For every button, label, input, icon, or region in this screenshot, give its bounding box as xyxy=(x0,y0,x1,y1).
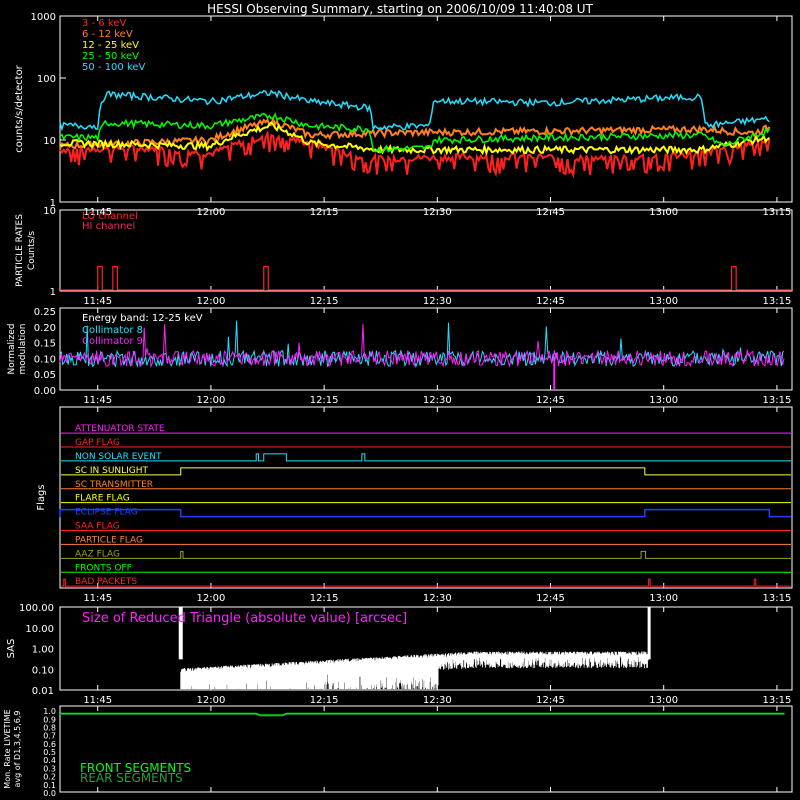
series-line xyxy=(59,323,785,369)
x-tick-label: 12:30 xyxy=(423,593,452,604)
x-tick-label: 11:45 xyxy=(83,695,112,706)
x-tick-label: 12:00 xyxy=(197,593,226,604)
y-tick-label: 0.01 xyxy=(32,686,54,697)
x-tick-label: 13:00 xyxy=(649,593,678,604)
y-tick-label: 100.00 xyxy=(19,603,54,614)
x-tick-label: 12:15 xyxy=(310,296,339,307)
flag-line xyxy=(59,508,791,518)
y-axis-label: Mon. Rate LIVETIME xyxy=(3,709,12,788)
x-tick-label: 12:45 xyxy=(536,296,565,307)
x-tick-label: 12:15 xyxy=(310,395,339,406)
x-tick-label: 12:30 xyxy=(423,695,452,706)
x-tick-label: 12:00 xyxy=(197,695,226,706)
x-tick-label: 12:30 xyxy=(423,395,452,406)
legend-entry: 50 - 100 keV xyxy=(82,62,146,73)
x-tick-label: 13:00 xyxy=(649,296,678,307)
y-tick-label: 10.00 xyxy=(25,624,54,635)
legend-entry: 6 - 12 keV xyxy=(82,29,133,40)
y-tick-label: 0.10 xyxy=(32,665,54,676)
legend-entry: 12 - 25 keV xyxy=(82,40,139,51)
series-line xyxy=(60,713,785,717)
y-axis-label: SAS xyxy=(6,639,17,659)
x-tick-label: 12:15 xyxy=(310,695,339,706)
hessi-summary-chart: HESSI Observing Summary, starting on 200… xyxy=(3,2,793,798)
y-tick-label: 1 xyxy=(50,287,56,298)
y-axis-label: avg of D1,3,4,5,6,9 xyxy=(13,711,22,788)
modulation-panel: 0.25 0.20 0.15 0.10 0.05 0.00 Normalized modula… xyxy=(7,307,793,406)
y-tick-label: 0.15 xyxy=(34,339,56,350)
y-axis-label: counts/s/detector xyxy=(14,64,25,152)
x-tick-label: 11:45 xyxy=(83,296,112,307)
series-line xyxy=(59,320,785,368)
legend-entry: 25 - 50 keV xyxy=(82,51,139,62)
x-tick-label: 12:15 xyxy=(310,593,339,604)
flag-line xyxy=(61,550,791,559)
x-tick-label: 12:45 xyxy=(536,695,565,706)
x-tick-label: 12:45 xyxy=(536,593,565,604)
y-tick-label: 0.05 xyxy=(34,370,56,381)
x-tick-label: 13:15 xyxy=(762,593,791,604)
panel-frame xyxy=(59,209,793,292)
legend-entry: Collimator 8 xyxy=(82,325,143,336)
y-tick-label: 1.00 xyxy=(32,645,54,656)
x-tick-label: 13:15 xyxy=(762,296,791,307)
x-tick-label: 13:00 xyxy=(649,395,678,406)
x-tick-label: 13:15 xyxy=(762,395,791,406)
y-axis-label: Counts/s xyxy=(27,231,37,270)
y-tick-label: 0.20 xyxy=(34,323,56,334)
x-tick-label: 12:30 xyxy=(423,296,452,307)
series-line xyxy=(60,266,792,291)
y-axis-label: modulation xyxy=(18,324,28,375)
flag-line xyxy=(61,467,791,476)
y-axis-label: Flags xyxy=(36,484,47,510)
y-tick-label: 0.00 xyxy=(34,386,56,397)
flag-line xyxy=(61,453,791,462)
y-axis-label: PARTICLE RATES xyxy=(15,214,25,287)
chart-title: HESSI Observing Summary, starting on 200… xyxy=(207,2,593,16)
y-tick-label: 0.10 xyxy=(34,354,56,365)
y-tick-label: 10 xyxy=(43,206,56,217)
x-tick-label: 13:00 xyxy=(649,695,678,706)
y-tick-label: 1000 xyxy=(31,12,56,23)
legend-entry: Collimator 9 xyxy=(82,336,143,347)
flags-panel: FlagsATTENUATOR STATEGAP FLAGNON SOLAR E… xyxy=(36,406,793,604)
sas-spike xyxy=(647,607,651,660)
y-tick-label: 100 xyxy=(37,74,56,85)
flag-line xyxy=(61,578,791,587)
y-tick-label: 10 xyxy=(43,136,56,147)
legend-entry: HI channel xyxy=(82,221,135,232)
count-rate-panel: 1101001000counts/s/detector3 - 6 keV6 - … xyxy=(14,12,793,218)
x-tick-label: 12:00 xyxy=(197,395,226,406)
series-line xyxy=(180,651,649,690)
y-tick-label: 0.0 xyxy=(43,789,56,798)
y-tick-label: 0.25 xyxy=(34,307,56,318)
x-tick-label: 13:15 xyxy=(762,695,791,706)
annotation: Size of Reduced Triangle (absolute value… xyxy=(82,611,407,626)
livetime-panel: 1.00.90.80.70.60.50.40.30.20.10.0Mon. Ra… xyxy=(3,705,793,798)
panel-frame xyxy=(59,406,793,589)
x-tick-label: 12:00 xyxy=(197,296,226,307)
panels-group: 1 10 100 1000 counts/s/detector 3 - 6 keV6 - … xyxy=(3,12,793,798)
y-axis-label: Normalized xyxy=(7,323,17,374)
x-tick-label: 11:45 xyxy=(83,593,112,604)
x-tick-label: 12:45 xyxy=(536,395,565,406)
legend-entry: REAR SEGMENTS xyxy=(80,771,183,785)
particle-rate-panel: 110PARTICLE RATES Counts/sLO channelHI ch… xyxy=(15,206,793,307)
panel-frame xyxy=(59,15,793,203)
series-line xyxy=(59,89,770,132)
series-line xyxy=(59,129,771,179)
annotation: Energy band: 12-25 keV xyxy=(82,313,203,324)
x-tick-label: 11:45 xyxy=(83,395,112,406)
sas-panel: 100.00 10.00 1.00 0.10 0.01 SAS Size of Reduce… xyxy=(6,603,793,706)
legend-entry: 3 - 6 keV xyxy=(82,18,126,29)
